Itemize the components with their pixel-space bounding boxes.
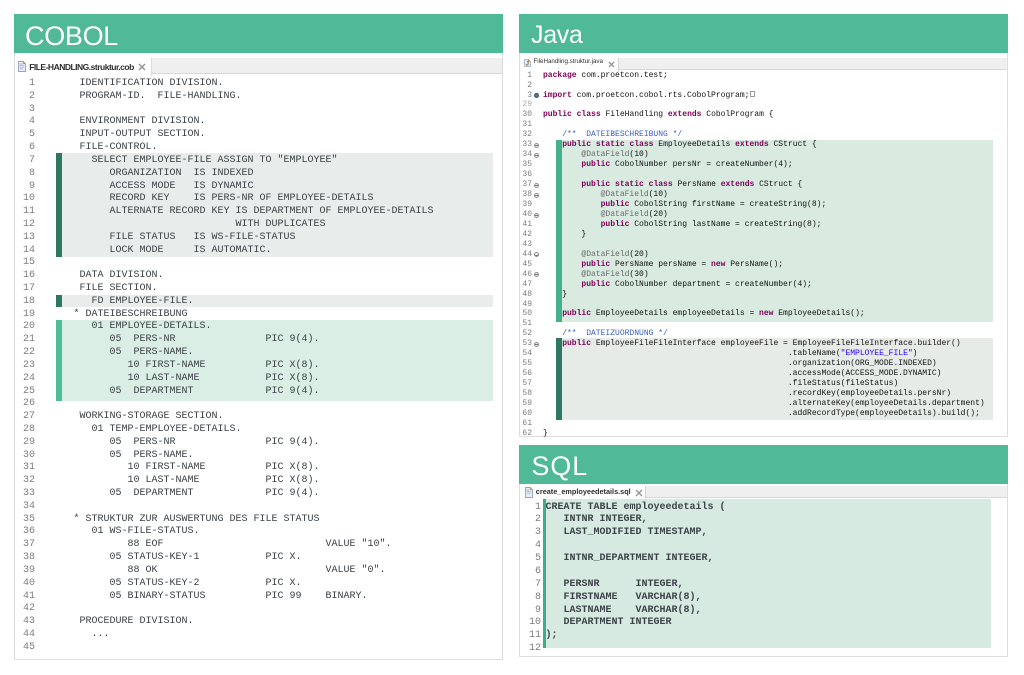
svg-text:J: J [525,61,528,67]
